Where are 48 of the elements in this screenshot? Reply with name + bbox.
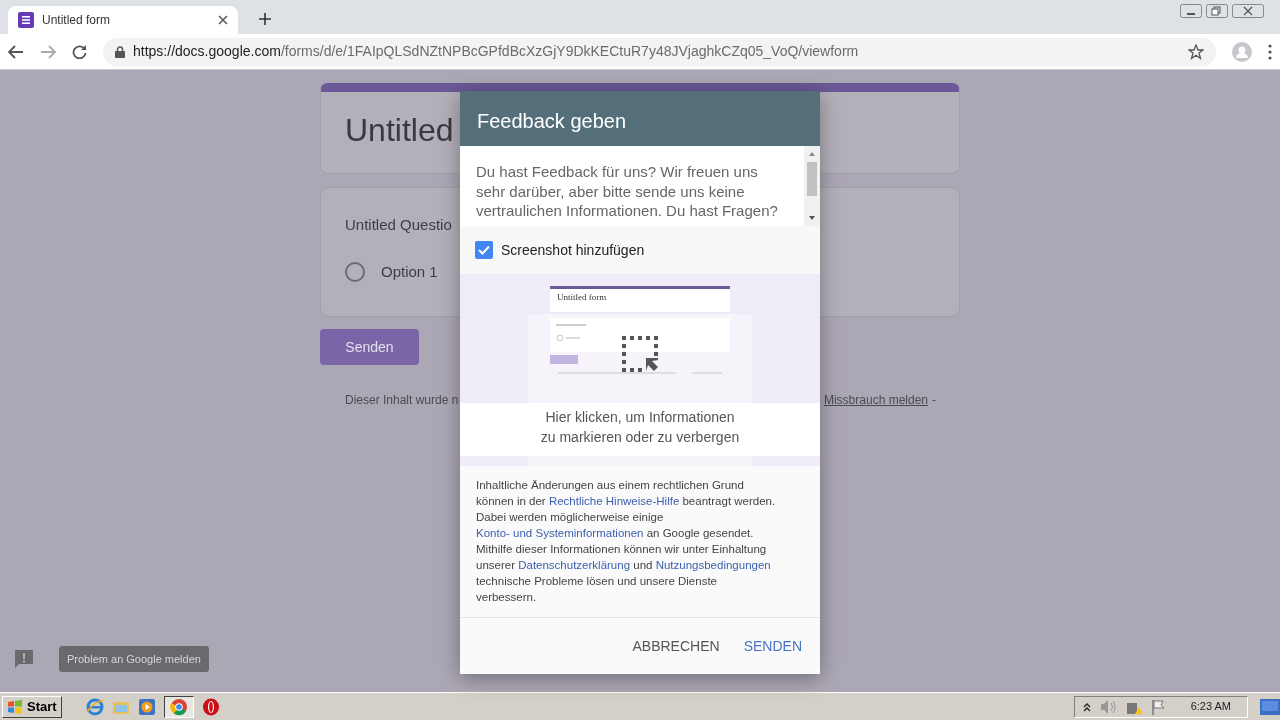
restore-icon[interactable] — [1206, 4, 1228, 18]
feedback-icon[interactable] — [13, 648, 35, 669]
checkbox[interactable] — [475, 241, 493, 259]
star-icon[interactable] — [1188, 43, 1204, 60]
lock-icon — [115, 45, 125, 58]
clock: 6:23 AM — [1190, 699, 1231, 715]
question-title: Untitled Questio — [345, 216, 452, 233]
footer-text: Dieser Inhalt wurde n — [345, 392, 459, 409]
back-icon[interactable] — [8, 44, 24, 59]
footer-text: - — [932, 392, 936, 409]
chevron-up-icon[interactable] — [1082, 701, 1091, 712]
show-desktop-icon[interactable] — [1260, 698, 1280, 715]
legal-link[interactable]: Datenschutzerklärung — [518, 559, 631, 571]
report-tooltip: Problem an Google melden — [59, 645, 209, 672]
flag-icon[interactable] — [1150, 698, 1167, 715]
forward-icon[interactable] — [40, 44, 56, 59]
close-icon[interactable] — [1232, 4, 1264, 18]
send-button[interactable]: SENDEN — [735, 629, 810, 663]
check-icon — [478, 245, 490, 255]
browser-icon[interactable] — [169, 697, 188, 716]
screenshot-preview[interactable]: Untitled form Hier klicken, um Informationen zu markieren oder zu verbergen — [460, 274, 820, 466]
submit-button[interactable]: Senden — [320, 329, 419, 365]
windows-logo-icon — [7, 699, 23, 714]
reload-icon[interactable] — [72, 44, 87, 59]
legal-text: Inhaltliche Änderungen aus einem rechtlichen Grund können in der Rechtliche Hinweise-Hilfe beantragt werden. Dabei werden möglicherweise einige Konto- und Systeminformationen an Google gesendet. Mithilfe dieser Informationen können wir unter Einhaltung unserer Datenschutzerklärung und Nutzungsbedingungen technische Probleme lösen und unsere Dienste verbessern. — [460, 466, 820, 618]
start-button[interactable]: Start — [2, 695, 62, 718]
form-icon — [18, 12, 34, 28]
close-icon[interactable] — [218, 15, 228, 25]
preview-form-title: Untitled form — [557, 291, 607, 304]
cancel-button[interactable]: ABBRECHEN — [624, 629, 728, 663]
checkbox-label: Screenshot hinzufügen — [501, 240, 645, 260]
dialog-title: Feedback geben — [460, 91, 820, 146]
form-title: Untitled — [345, 112, 454, 148]
radio-button[interactable] — [345, 261, 365, 282]
legal-link[interactable]: Nutzungsbedingungen — [655, 559, 771, 571]
legal-link[interactable]: Rechtliche Hinweise-Hilfe — [548, 495, 680, 507]
o-icon[interactable] — [201, 697, 220, 716]
highlight-icon — [622, 336, 658, 372]
abuse-link[interactable]: Missbrauch melden — [823, 391, 928, 409]
media-player-icon[interactable] — [137, 697, 156, 716]
globe-icon[interactable] — [85, 697, 104, 716]
option-label: Option 1 — [381, 261, 438, 282]
minimize-icon[interactable] — [1180, 4, 1202, 18]
browser-tab[interactable]: Untitled form — [8, 6, 238, 34]
legal-link[interactable]: Konto- und Systeminformationen — [476, 527, 644, 539]
menu-icon[interactable] — [1268, 43, 1272, 60]
preview-hint: Hier klicken, um Informationen zu markieren oder zu verbergen — [460, 403, 820, 456]
new-tab-icon[interactable] — [258, 12, 272, 26]
